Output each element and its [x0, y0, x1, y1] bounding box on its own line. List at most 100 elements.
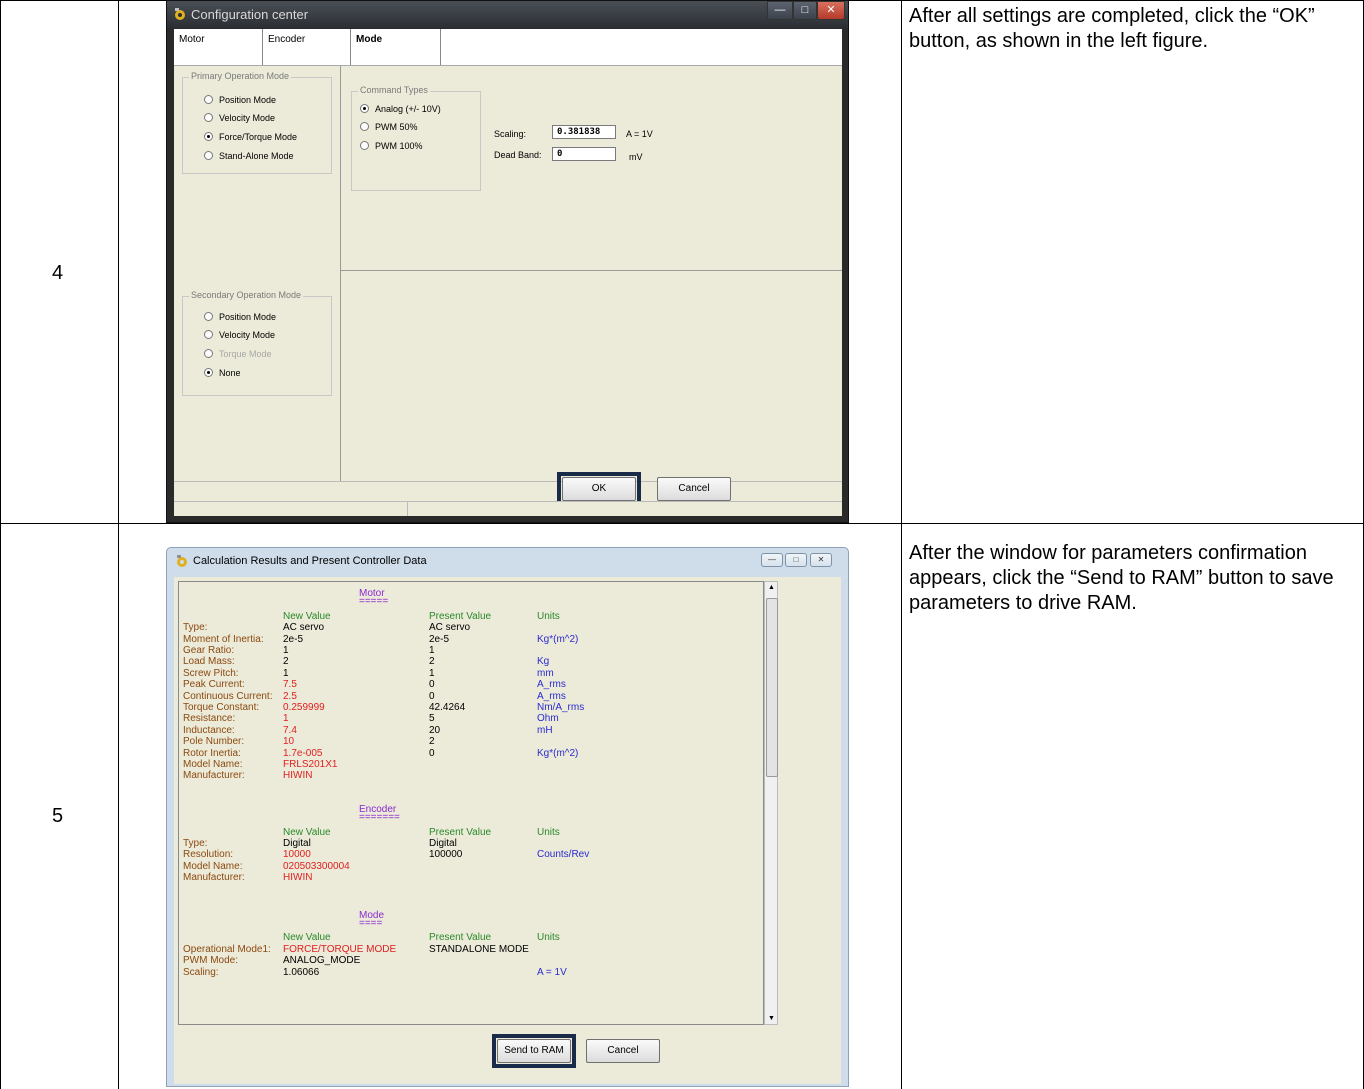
row-present-value: 2	[429, 656, 435, 668]
group-label: Primary Operation Mode	[189, 71, 292, 81]
row-new-value: HIWIN	[283, 872, 313, 884]
table-row-divider	[0, 523, 1364, 524]
minimize-icon[interactable]: —	[767, 1, 793, 20]
radio-label: Analog (+/- 10V)	[375, 104, 441, 114]
vertical-scrollbar[interactable]: ▲ ▼	[764, 581, 778, 1025]
close-icon[interactable]: ✕	[810, 553, 832, 567]
results-report[interactable]: Motor ===== New Value Present Value Units Typ…	[178, 581, 764, 1025]
radio-secondary-torque: Torque Mode	[204, 349, 272, 359]
row-label: Moment of Inertia:	[183, 633, 264, 645]
row-new-value: 2	[283, 656, 289, 668]
cancel-button[interactable]: Cancel	[586, 1039, 660, 1063]
column-header: Units	[537, 610, 560, 622]
radio-pwm-100[interactable]: PWM 100%	[360, 141, 423, 151]
row-new-value: FORCE/TORQUE MODE	[283, 943, 397, 955]
row-label: Resistance:	[183, 713, 236, 725]
row-label: Inductance:	[183, 724, 235, 736]
table-border-left	[0, 0, 1, 1089]
column-header: Units	[537, 932, 560, 944]
tab-mode[interactable]: Mode	[351, 29, 441, 65]
deadband-unit: mV	[629, 152, 643, 162]
ok-button[interactable]: OK	[562, 477, 636, 501]
radio-label: Force/Torque Mode	[219, 132, 298, 142]
radio-label: Stand-Alone Mode	[219, 151, 294, 161]
tab-encoder[interactable]: Encoder	[263, 29, 351, 65]
status-bar	[174, 501, 842, 516]
section-underline: =======	[359, 812, 400, 824]
scrollbar-thumb[interactable]	[766, 598, 778, 777]
row-present-value: 0	[429, 747, 435, 759]
maximize-icon[interactable]: □	[793, 1, 817, 20]
column-header: Present Value	[429, 932, 492, 944]
row-present-value: STANDALONE MODE	[429, 943, 529, 955]
row-new-value: 1	[283, 713, 289, 725]
row-label: Rotor Inertia:	[183, 747, 241, 759]
radio-secondary-velocity[interactable]: Velocity Mode	[204, 330, 275, 340]
row-new-value: 0.259999	[283, 702, 325, 713]
row-new-value: HIWIN	[283, 770, 313, 782]
radio-label: Position Mode	[219, 312, 277, 322]
row-new-value: 10000	[283, 849, 311, 861]
minimize-icon[interactable]: —	[761, 553, 783, 567]
radio-position-mode[interactable]: Position Mode	[204, 95, 276, 105]
step-number: 4	[52, 262, 64, 284]
row-label: Type:	[183, 838, 208, 849]
radio-label: Torque Mode	[219, 349, 272, 359]
radio-stand-alone-mode[interactable]: Stand-Alone Mode	[204, 151, 294, 161]
row-present-value: 1	[429, 667, 435, 679]
row-unit: mm	[537, 667, 554, 679]
row-label: Type:	[183, 622, 208, 634]
maximize-icon[interactable]: □	[785, 553, 807, 567]
column-header: Present Value	[429, 826, 492, 838]
row-present-value: AC servo	[429, 622, 471, 634]
app-icon	[177, 555, 187, 567]
row-unit: Counts/Rev	[537, 849, 590, 861]
section-underline: ====	[359, 918, 383, 929]
send-to-ram-button[interactable]: Send to RAM	[497, 1039, 571, 1063]
tab-motor[interactable]: Motor	[174, 29, 263, 65]
deadband-field[interactable]: 0	[552, 147, 616, 161]
right-panel-divider	[341, 270, 842, 271]
close-icon[interactable]: ✕	[817, 1, 845, 20]
row-label: Scaling:	[183, 966, 219, 978]
row-present-value: 2e-5	[429, 633, 450, 645]
scaling-field[interactable]: 0.381838	[552, 125, 616, 139]
row-label: Gear Ratio:	[183, 645, 235, 656]
row-new-value: FRLS201X1	[283, 759, 338, 770]
radio-secondary-none[interactable]: None	[204, 368, 241, 378]
radio-velocity-mode[interactable]: Velocity Mode	[204, 113, 275, 123]
row-new-value: 7.5	[283, 679, 297, 691]
column-header: Present Value	[429, 610, 492, 622]
row-new-value: 1.06066	[283, 966, 320, 978]
column-header: Units	[537, 826, 560, 838]
row-present-value: 0	[429, 690, 435, 702]
row-new-value: 1	[283, 645, 289, 656]
window-titlebar: Configuration center — □ ✕	[167, 1, 848, 28]
row-present-value: 100000	[429, 849, 463, 861]
row-unit: Nm/A_rms	[537, 702, 585, 713]
row-unit: Kg*(m^2)	[537, 633, 579, 645]
scroll-up-icon[interactable]: ▲	[768, 584, 775, 591]
column-header: New Value	[283, 610, 331, 622]
row-label: Peak Current:	[183, 679, 245, 691]
row-present-value: 5	[429, 713, 435, 725]
radio-label: Velocity Mode	[219, 330, 276, 340]
row-new-value: AC servo	[283, 622, 325, 634]
group-label: Command Types	[358, 85, 430, 95]
row-new-value: 020503300004	[283, 860, 350, 872]
row-label: Screw Pitch:	[183, 667, 239, 679]
row-label: Torque Constant:	[183, 702, 260, 713]
row-unit: Kg*(m^2)	[537, 747, 579, 759]
radio-force-torque-mode[interactable]: Force/Torque Mode	[204, 132, 297, 142]
window-client-area: Motor ===== New Value Present Value Units Typ…	[174, 577, 841, 1084]
scroll-down-icon[interactable]: ▼	[768, 1015, 775, 1022]
cancel-button[interactable]: Cancel	[657, 477, 731, 501]
radio-secondary-position[interactable]: Position Mode	[204, 312, 276, 322]
row-present-value: 0	[429, 679, 435, 691]
row-label: Model Name:	[183, 860, 243, 872]
radio-label: PWM 50%	[375, 122, 418, 132]
row-new-value: 7.4	[283, 724, 297, 736]
row-present-value: 20	[429, 724, 441, 736]
radio-analog[interactable]: Analog (+/- 10V)	[360, 104, 441, 114]
radio-pwm-50[interactable]: PWM 50%	[360, 122, 418, 132]
